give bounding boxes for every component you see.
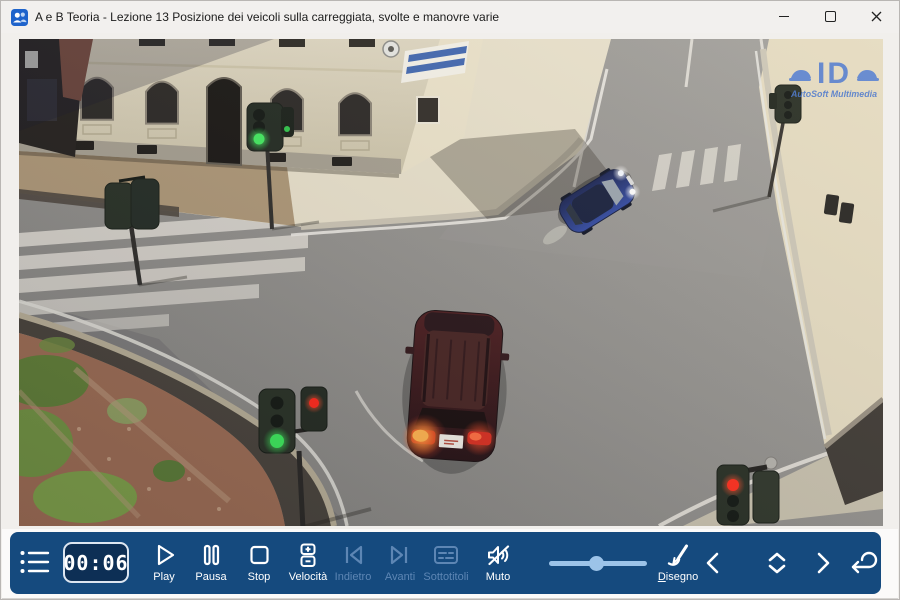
- nav-right-button[interactable]: [805, 532, 841, 594]
- skip-back-icon: [340, 541, 366, 569]
- stop-icon: [246, 541, 272, 569]
- lesson-3d-scene: ID AutoSoft Multimedia: [19, 39, 883, 526]
- minimize-button[interactable]: [761, 1, 807, 32]
- maximize-icon: [825, 11, 836, 22]
- pause-icon: [198, 541, 224, 569]
- muted-speaker-icon: [485, 541, 511, 569]
- volume-slider[interactable]: [549, 532, 647, 594]
- player-zone: 00:06 Play Pausa Stop: [2, 529, 898, 598]
- title-bar: A e B Teoria - Lezione 13 Posizione dei …: [1, 1, 899, 33]
- maximize-button[interactable]: [807, 1, 853, 32]
- chevron-left-icon: [702, 550, 724, 576]
- play-icon: [151, 541, 177, 569]
- window-bottom-border: [2, 598, 898, 599]
- lesson-list-button[interactable]: [20, 548, 54, 578]
- close-button[interactable]: [853, 1, 899, 32]
- app-icon people-icon: [11, 9, 28, 26]
- timer-value: 00:06: [63, 551, 128, 575]
- mute-button[interactable]: Muto: [470, 541, 526, 583]
- stop-button[interactable]: Stop: [231, 541, 287, 583]
- chevrons-up-down-icon: [763, 550, 791, 576]
- minimize-icon: [779, 16, 789, 17]
- speed-plus-minus-icon: [295, 541, 321, 569]
- player-toolbar: 00:06 Play Pausa Stop: [10, 532, 881, 594]
- chevron-right-icon: [812, 550, 834, 576]
- nav-up-down-button[interactable]: [759, 532, 795, 594]
- return-button[interactable]: [845, 532, 881, 594]
- subtitles-icon: [432, 541, 460, 569]
- return-arrow-icon: [848, 550, 878, 576]
- list-icon: [20, 548, 52, 576]
- nav-left-button[interactable]: [695, 532, 731, 594]
- close-icon: [871, 11, 882, 22]
- window-title: A e B Teoria - Lezione 13 Posizione dei …: [35, 10, 499, 24]
- subtitles-button: Sottotitoli: [418, 541, 474, 583]
- pen-icon: [665, 541, 691, 569]
- volume-slider-thumb[interactable]: [589, 556, 604, 571]
- app-window: A e B Teoria - Lezione 13 Posizione dei …: [0, 0, 900, 600]
- timer-display: 00:06: [63, 542, 129, 583]
- skip-forward-icon: [387, 541, 413, 569]
